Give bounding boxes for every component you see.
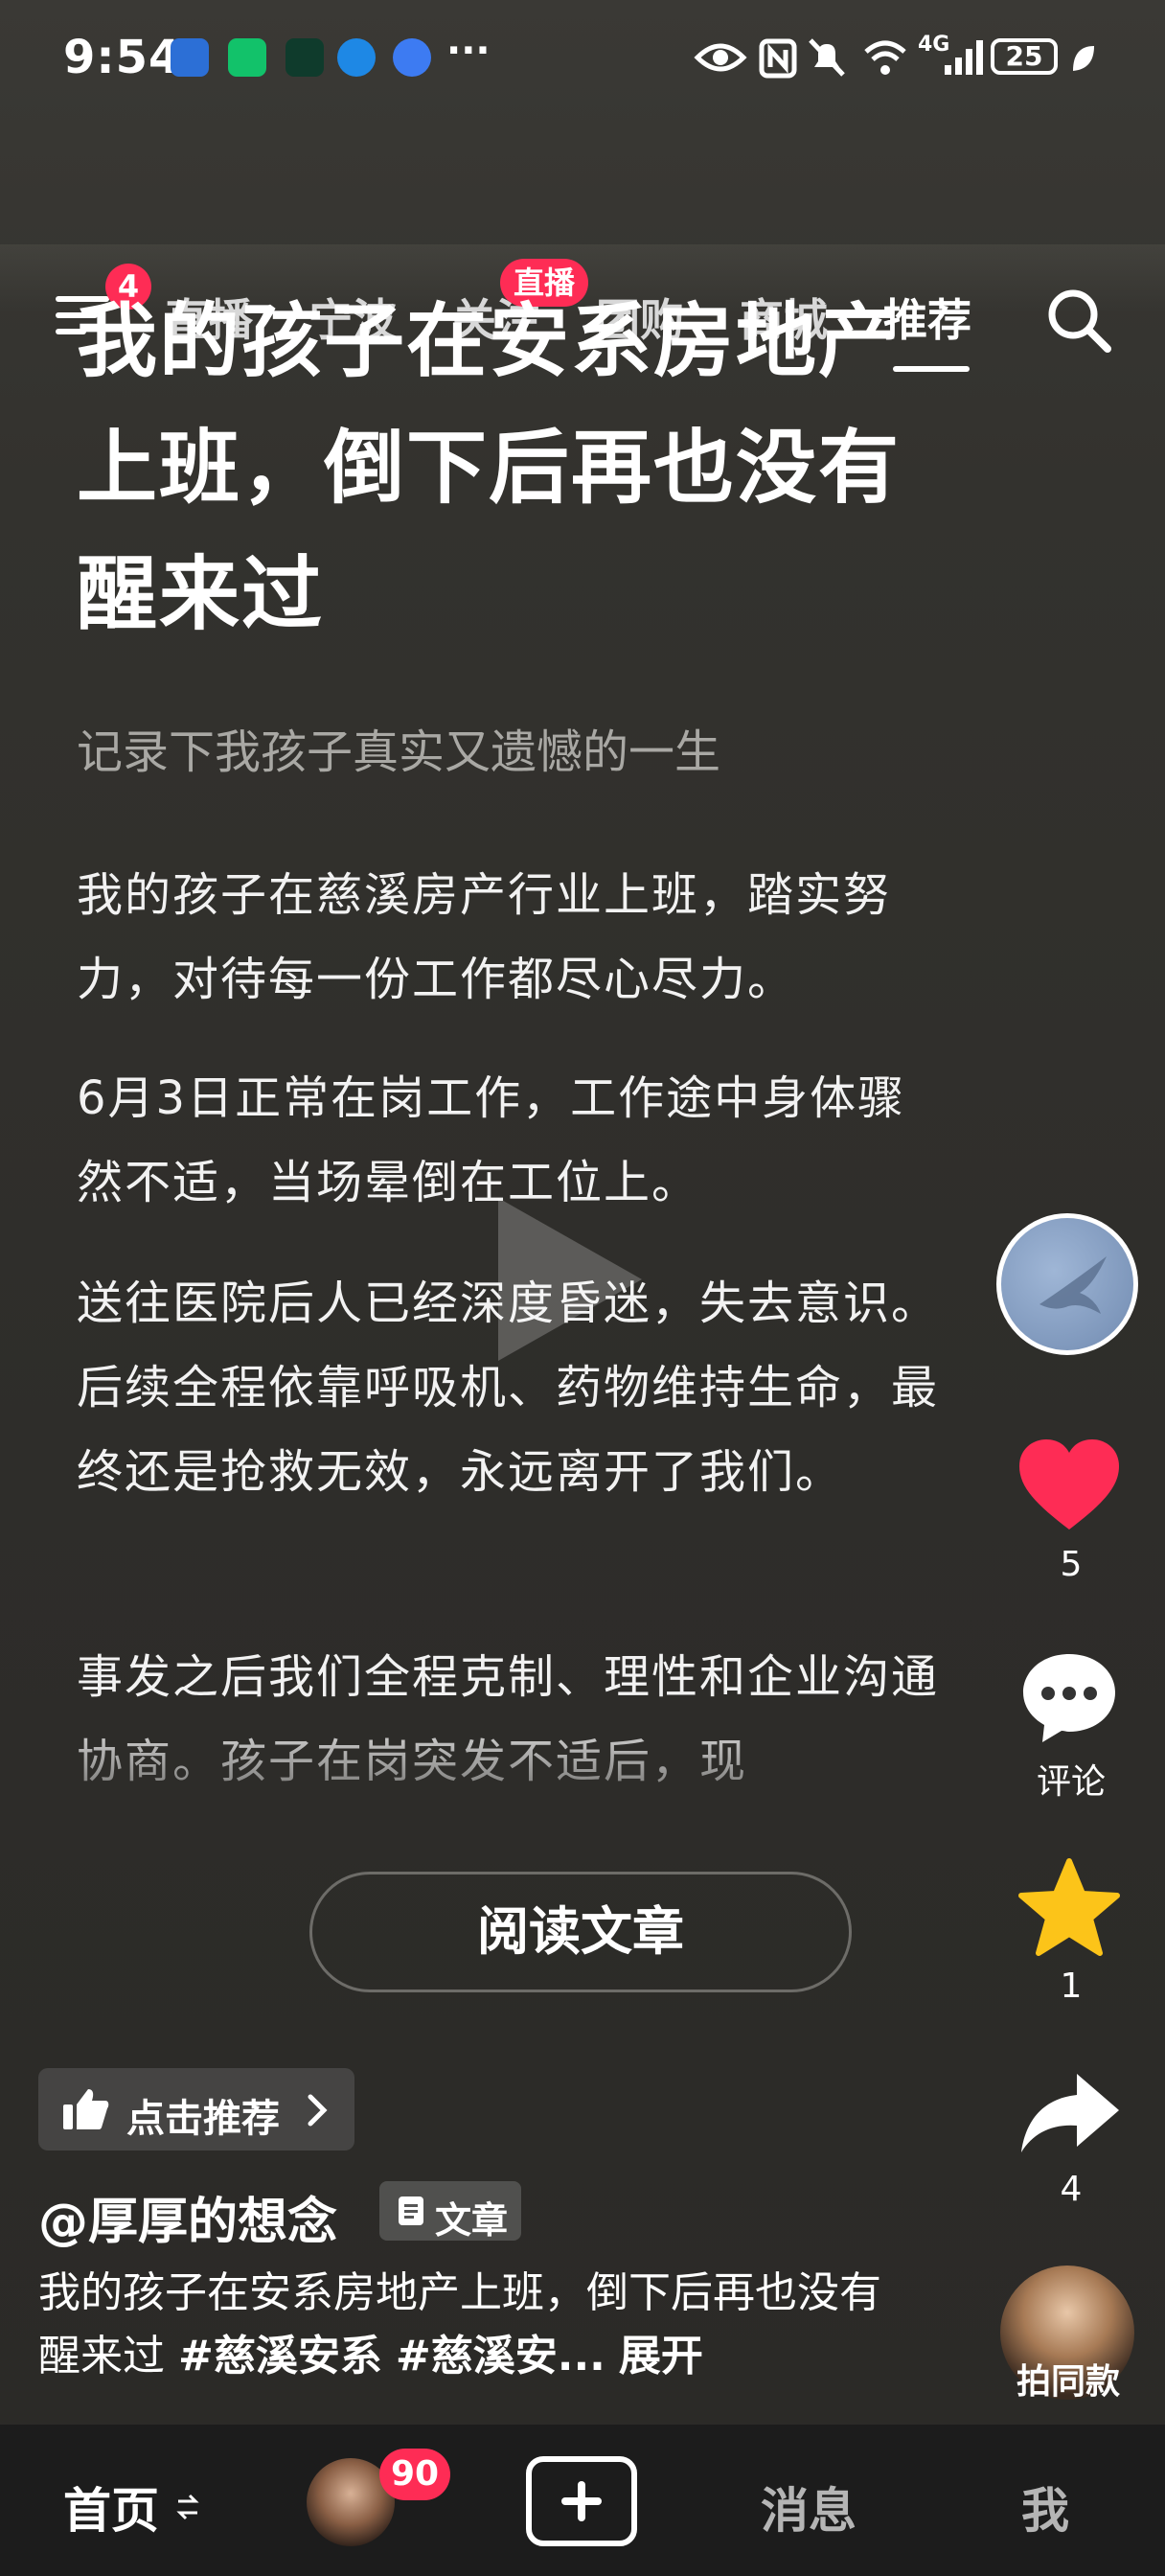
comment-icon[interactable]: [1019, 1650, 1119, 1744]
hashtag[interactable]: #慈溪安系: [178, 2332, 382, 2380]
battery-icon: 25: [991, 38, 1058, 75]
expand-link[interactable]: 展开: [619, 2332, 703, 2380]
chevron-right-icon: [308, 2094, 328, 2127]
recommend-label: 点击推荐: [126, 2097, 280, 2141]
wifi-icon: [864, 40, 906, 75]
switch-arrows-icon[interactable]: [176, 2492, 199, 2522]
bottom-tab-messages[interactable]: 消息: [761, 2472, 857, 2542]
mute-bell-icon: [809, 38, 845, 77]
leaf-icon: [1073, 46, 1094, 71]
text-fade-overlay: [0, 1706, 958, 1811]
more-notifications-icon: ···: [446, 29, 491, 73]
bottom-tab-me[interactable]: 我: [1021, 2472, 1069, 2542]
thumbs-up-icon: [63, 2089, 109, 2129]
plus-icon: [561, 2481, 602, 2521]
post-caption[interactable]: 我的孩子在安系房地产上班，倒下后再也没有醒来过 #慈溪安系 #慈溪安... 展开: [38, 2262, 901, 2388]
wechat-app-icon: [228, 38, 266, 77]
autohome-app-icon: [171, 38, 209, 77]
search-icon[interactable]: [1044, 286, 1113, 355]
document-icon: [399, 2196, 423, 2225]
play-icon[interactable]: [498, 1198, 642, 1361]
recommend-button[interactable]: 点击推荐: [38, 2068, 354, 2150]
article-headline: 我的孩子在安系房地产上班，倒下后再也没有醒来过: [77, 294, 902, 641]
article-type-tag: 文章: [379, 2181, 521, 2242]
bottom-tab-home[interactable]: 首页: [63, 2472, 159, 2542]
signal-icon: [945, 40, 983, 75]
status-time: 9:54: [63, 31, 182, 84]
author-name[interactable]: @厚厚的想念: [38, 2181, 337, 2253]
friends-badge: 90: [379, 2449, 450, 2500]
favorite-count: 1: [1060, 1966, 1083, 2006]
article-type-label: 文章: [435, 2199, 509, 2242]
same-style-label[interactable]: 拍同款: [1006, 2354, 1131, 2404]
status-bar: 9:54 ··· 4G 25: [0, 0, 1165, 115]
create-post-button[interactable]: [526, 2456, 637, 2546]
share-count: 4: [1060, 2170, 1083, 2209]
browser-app-icon: [393, 38, 431, 77]
comment-label: 评论: [1036, 1762, 1106, 1802]
read-article-button[interactable]: 阅读文章: [309, 1872, 852, 1992]
top-nav: 4 直播 宁波 关注 直播 团购 商城 推荐: [0, 134, 1165, 372]
eye-icon: [694, 43, 747, 72]
like-count: 5: [1060, 1545, 1083, 1584]
deer-app-icon: [286, 38, 324, 77]
circle-app-icon: [337, 38, 376, 77]
hashtag[interactable]: #慈溪安...: [396, 2332, 605, 2380]
creator-avatar[interactable]: [996, 1213, 1138, 1355]
nfc-icon: [759, 38, 797, 79]
share-icon[interactable]: [1017, 2070, 1123, 2156]
favorite-star-icon[interactable]: [1017, 1857, 1121, 1957]
like-heart-icon[interactable]: [1017, 1438, 1121, 1533]
article-paragraph: 我的孩子在慈溪房产行业上班，踏实努力，对待每一份工作都尽心尽力。: [77, 868, 892, 1006]
article-subtitle: 记录下我孩子真实又遗憾的一生: [77, 725, 721, 779]
